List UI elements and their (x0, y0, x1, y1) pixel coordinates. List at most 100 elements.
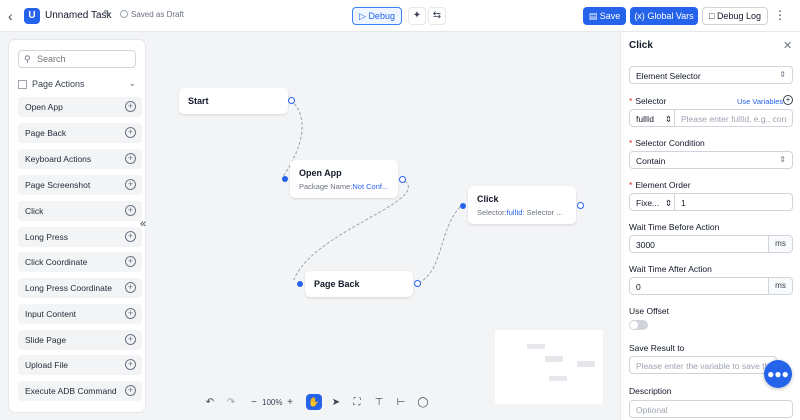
pointer-tool-icon[interactable]: ➤ (329, 395, 343, 411)
sidebar-item-slide-page[interactable]: Slide Page + (18, 330, 142, 350)
plus-circle-icon[interactable]: + (125, 179, 136, 190)
node-sub-value: Not Conf... (352, 182, 389, 191)
sidebar-item-click[interactable]: Click + (18, 201, 142, 221)
node-sub-key: Package Name: (299, 182, 353, 191)
required-marker: * (629, 96, 633, 106)
node-open-app[interactable]: Open App Package Name:Not Conf... (290, 160, 398, 198)
global-vars-label: Global Vars (647, 11, 694, 21)
undo-icon[interactable]: ↶ (203, 395, 217, 411)
flow-canvas[interactable]: ⚲ Page Actions ⌄ Open App + Page Back + Ke… (0, 32, 620, 420)
save-result-input[interactable]: Please enter the variable to save th (629, 356, 777, 374)
plus-circle-icon[interactable]: + (125, 256, 136, 267)
saved-status-text: Saved as Draft (131, 10, 184, 19)
node-input-port[interactable] (297, 281, 303, 287)
sidebar-item-page-back[interactable]: Page Back + (18, 123, 142, 143)
comment-icon[interactable]: ◯ (416, 395, 430, 411)
chat-bubble-icon[interactable]: ●●● (764, 360, 792, 388)
use-offset-toggle[interactable] (629, 320, 648, 330)
node-output-port[interactable] (288, 97, 295, 104)
back-chevron-icon[interactable]: ‹ (8, 9, 20, 23)
debug-button-label: Debug (368, 11, 395, 21)
debug-log-button[interactable]: □ Debug Log (702, 7, 768, 25)
wait-before-input[interactable]: 3000 (629, 235, 769, 253)
plus-circle-icon[interactable]: + (783, 95, 793, 105)
minimap-node (545, 356, 563, 362)
action-type-select[interactable]: Element Selector ⇕ (629, 66, 793, 84)
order-value-input[interactable]: 1 (675, 193, 793, 211)
use-variables-link[interactable]: Use Variables (737, 97, 783, 106)
wait-before-value: 3000 (636, 240, 655, 250)
node-output-port[interactable] (414, 280, 421, 287)
sidebar-item-click-coordinate[interactable]: Click Coordinate + (18, 252, 142, 272)
section-page-actions[interactable]: Page Actions ⌄ (18, 78, 136, 91)
select-arrows-icon: ⇕ (665, 198, 673, 208)
pencil-icon[interactable]: ✎ (103, 9, 111, 20)
save-result-placeholder: Please enter the variable to save th (636, 361, 770, 371)
sidebar-item-label: Slide Page (25, 335, 67, 345)
plus-circle-icon[interactable]: + (125, 231, 136, 242)
plus-circle-icon[interactable]: + (125, 127, 136, 138)
node-click[interactable]: Click Selector:fullId: Selector ... (468, 186, 576, 224)
plus-circle-icon[interactable]: + (125, 153, 136, 164)
description-input[interactable]: Optional (629, 400, 793, 418)
node-page-back[interactable]: Page Back (305, 271, 413, 297)
sidebar-item-execute-adb-command[interactable]: Execute ADB Command + (18, 381, 142, 401)
sidebar-item-keyboard-actions[interactable]: Keyboard Actions + (18, 149, 142, 169)
save-button[interactable]: ▤ Save (583, 7, 626, 25)
minimap-node (527, 344, 545, 349)
node-start[interactable]: Start (179, 88, 288, 114)
sidebar-item-open-app[interactable]: Open App + (18, 97, 142, 117)
collapse-sidebar-icon[interactable]: « (140, 218, 150, 230)
node-subtitle: Package Name:Not Conf... (299, 182, 388, 191)
selector-value-input[interactable]: Please enter fullId, e.g., con (675, 109, 793, 127)
minimap[interactable] (495, 330, 603, 404)
actions-sidebar: ⚲ Page Actions ⌄ Open App + Page Back + Ke… (9, 40, 145, 412)
required-marker: * (629, 180, 633, 190)
node-title: Start (188, 96, 209, 106)
sidebar-item-page-screenshot[interactable]: Page Screenshot + (18, 175, 142, 195)
selector-type-value: fullId (636, 114, 654, 124)
swap-arrows-icon[interactable]: ⇆ (428, 7, 446, 25)
node-input-port[interactable] (282, 176, 288, 182)
more-vertical-icon[interactable]: ⋮ (774, 8, 786, 22)
global-vars-button[interactable]: (x) Global Vars (630, 7, 698, 25)
zoom-out-icon[interactable]: − (248, 395, 260, 411)
sidebar-item-label: Page Screenshot (25, 180, 91, 190)
plus-circle-icon[interactable]: + (125, 282, 136, 293)
magic-wand-icon[interactable]: ✦ (408, 7, 426, 25)
node-sub-key: Selector: (477, 208, 507, 217)
zoom-in-icon[interactable]: + (284, 395, 296, 411)
search-input[interactable] (37, 53, 133, 65)
wait-after-input[interactable]: 0 (629, 277, 769, 295)
order-label-text: Element Order (635, 180, 691, 190)
panel-title: Click (629, 40, 653, 51)
order-type-select[interactable]: Fixe... ⇕ (629, 193, 675, 211)
condition-select[interactable]: Contain ⇕ (629, 151, 793, 169)
plus-circle-icon[interactable]: + (125, 334, 136, 345)
close-icon[interactable]: ✕ (783, 39, 792, 52)
top-bar: ‹ U Unnamed Task ✎ Saved as Draft ▷ Debu… (0, 0, 800, 32)
debug-button[interactable]: ▷ Debug (352, 7, 402, 25)
sidebar-item-long-press[interactable]: Long Press + (18, 227, 142, 247)
hand-tool-icon[interactable]: ✋ (306, 394, 322, 410)
node-input-port[interactable] (460, 203, 466, 209)
node-output-port[interactable] (577, 202, 584, 209)
plus-circle-icon[interactable]: + (125, 385, 136, 396)
order-label: * Element Order (629, 180, 691, 190)
sidebar-item-long-press-coordinate[interactable]: Long Press Coordinate + (18, 278, 142, 298)
align-left-icon[interactable]: ⊢ (394, 395, 408, 411)
align-top-icon[interactable]: ⊤ (372, 395, 386, 411)
fit-view-icon[interactable]: ⛶ (350, 395, 364, 411)
search-box[interactable]: ⚲ (18, 50, 136, 68)
selector-type-select[interactable]: fullId ⇕ (629, 109, 675, 127)
plus-circle-icon[interactable]: + (125, 308, 136, 319)
plus-circle-icon[interactable]: + (125, 101, 136, 112)
task-name[interactable]: Unnamed Task (45, 10, 112, 21)
sidebar-item-input-content[interactable]: Input Content + (18, 304, 142, 324)
plus-circle-icon[interactable]: + (125, 359, 136, 370)
node-output-port[interactable] (399, 176, 406, 183)
plus-circle-icon[interactable]: + (125, 205, 136, 216)
edge-pageback-click (418, 204, 463, 284)
redo-icon[interactable]: ↷ (224, 395, 238, 411)
sidebar-item-upload-file[interactable]: Upload File + (18, 355, 142, 375)
